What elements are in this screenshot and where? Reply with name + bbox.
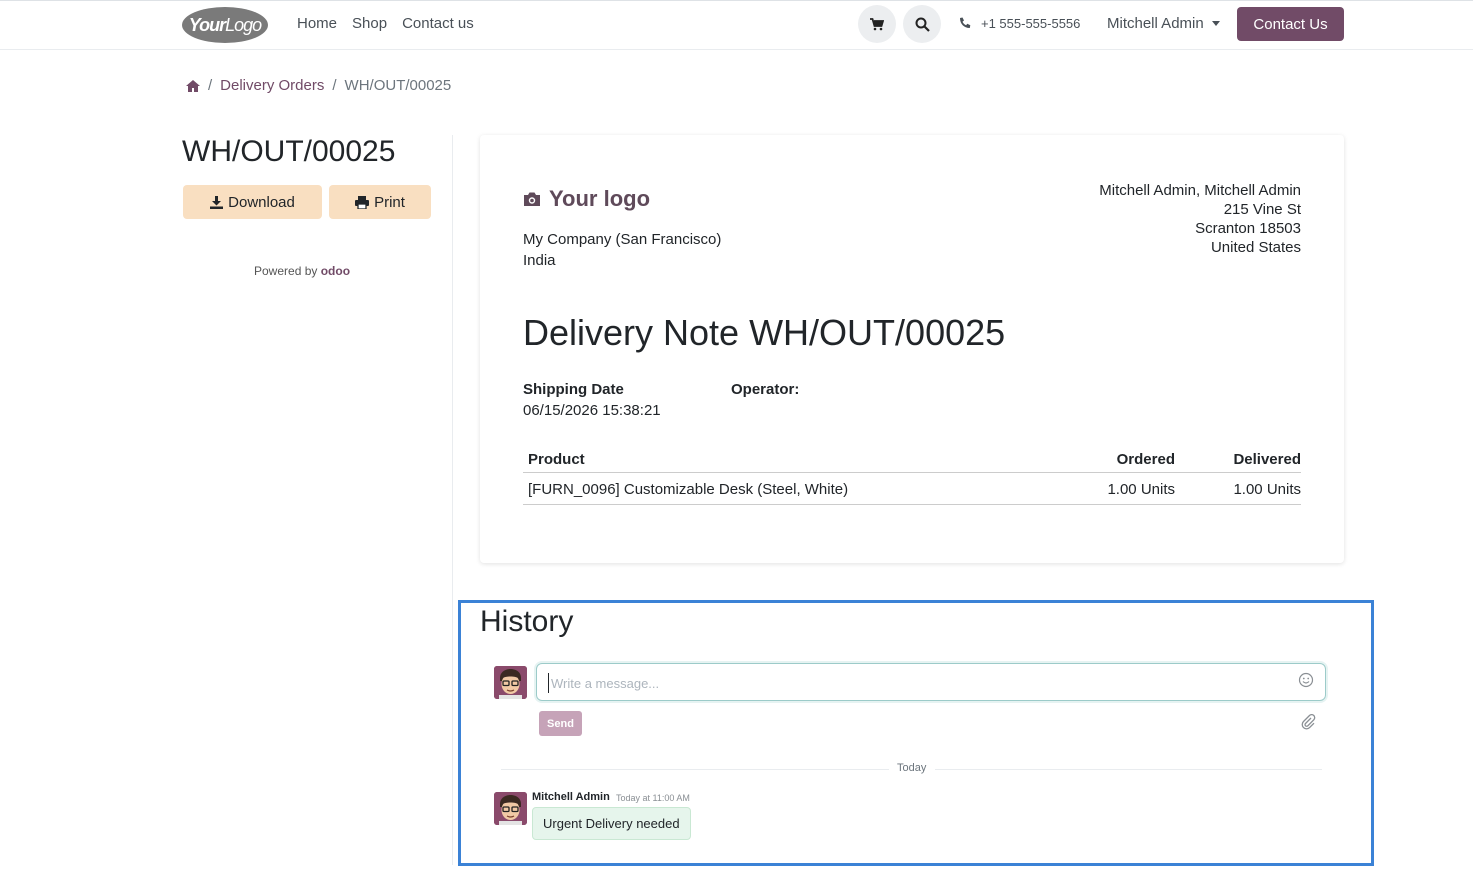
logo-text-bold: Your [188, 14, 226, 35]
paperclip-icon[interactable] [1300, 714, 1316, 730]
company-country: India [523, 252, 556, 269]
message-author[interactable]: Mitchell Admin [532, 791, 610, 803]
message-input[interactable] [548, 673, 1288, 693]
chevron-down-icon [1211, 21, 1220, 26]
emoji-icon[interactable] [1298, 672, 1314, 688]
print-icon [355, 195, 370, 209]
breadcrumb-current: WH/OUT/00025 [344, 77, 452, 94]
print-label: Print [374, 193, 405, 211]
top-navbar: Your Logo Home Shop Contact us +1 555-555… [0, 0, 1473, 50]
divider [452, 135, 453, 865]
divider [501, 769, 889, 770]
breadcrumb-separator: / [332, 77, 337, 94]
column-header-delivered: Delivered [1233, 451, 1301, 468]
print-button[interactable]: Print [329, 185, 431, 219]
shipping-date-label: Shipping Date [523, 381, 624, 398]
logo-text-light: Logo [225, 14, 262, 35]
nav-home[interactable]: Home [297, 15, 337, 32]
user-menu-dropdown[interactable]: Mitchell Admin [1107, 15, 1220, 32]
download-button[interactable]: Download [183, 185, 322, 219]
company-logo: Your logo [523, 180, 678, 218]
avatar[interactable] [494, 792, 527, 825]
cart-button[interactable] [858, 5, 896, 43]
nav-shop[interactable]: Shop [352, 15, 387, 32]
site-logo[interactable]: Your Logo [182, 7, 268, 43]
company-info: My Company (San Francisco) India [523, 229, 721, 271]
column-header-product: Product [528, 451, 585, 468]
breadcrumb: / Delivery Orders / WH/OUT/00025 [186, 77, 451, 94]
delivery-note-title: Delivery Note WH/OUT/00025 [523, 312, 1006, 353]
phone-link[interactable]: +1 555-555-5556 [958, 16, 1080, 31]
operator-label: Operator: [731, 381, 800, 398]
home-icon[interactable] [186, 79, 200, 92]
day-separator-label: Today [897, 762, 927, 774]
download-label: Download [228, 193, 295, 211]
ordered-cell: 1.00 Units [1107, 481, 1175, 498]
column-header-ordered: Ordered [1116, 451, 1175, 468]
table-row: [FURN_0096] Customizable Desk (Steel, Wh… [523, 474, 1301, 505]
delivered-cell: 1.00 Units [1233, 481, 1301, 498]
powered-by-text: Powered by [254, 264, 318, 278]
product-cell: [FURN_0096] Customizable Desk (Steel, Wh… [528, 481, 849, 498]
customer-address: Mitchell Admin, Mitchell Admin 215 Vine … [1060, 181, 1301, 257]
page-title: WH/OUT/00025 [182, 135, 396, 168]
table-header: Product Ordered Delivered [523, 447, 1301, 473]
address-line: Mitchell Admin, Mitchell Admin [1099, 182, 1301, 199]
message-bubble: Urgent Delivery needed [532, 807, 691, 840]
divider [935, 769, 1322, 770]
powered-by: Powered by odoo [254, 264, 350, 278]
search-button[interactable] [903, 5, 941, 43]
main-nav: Home Shop Contact us [297, 15, 474, 32]
odoo-logo[interactable]: odoo [321, 264, 350, 278]
download-icon [210, 195, 224, 209]
phone-icon [960, 17, 971, 28]
cart-icon [870, 17, 884, 30]
breadcrumb-delivery-orders[interactable]: Delivery Orders [220, 77, 324, 94]
avatar [494, 666, 527, 699]
search-icon [915, 17, 930, 32]
contact-us-button[interactable]: Contact Us [1237, 7, 1344, 41]
breadcrumb-separator: / [208, 77, 213, 94]
nav-contact-us[interactable]: Contact us [402, 15, 474, 32]
message-timestamp: Today at 11:00 AM [616, 793, 690, 803]
company-name: My Company (San Francisco) [523, 231, 722, 248]
phone-number: +1 555-555-5556 [981, 16, 1081, 31]
address-line: Scranton 18503 [1195, 220, 1301, 237]
message-composer [536, 663, 1326, 701]
address-line: United States [1210, 239, 1301, 256]
user-name: Mitchell Admin [1107, 15, 1204, 32]
camera-icon [524, 192, 540, 206]
logo-placeholder-text: Your logo [549, 186, 651, 211]
history-title: History [480, 605, 574, 638]
send-button[interactable]: Send [539, 711, 582, 736]
address-line: 215 Vine St [1223, 201, 1301, 218]
shipping-date-value: 06/15/2026 15:38:21 [523, 402, 661, 419]
